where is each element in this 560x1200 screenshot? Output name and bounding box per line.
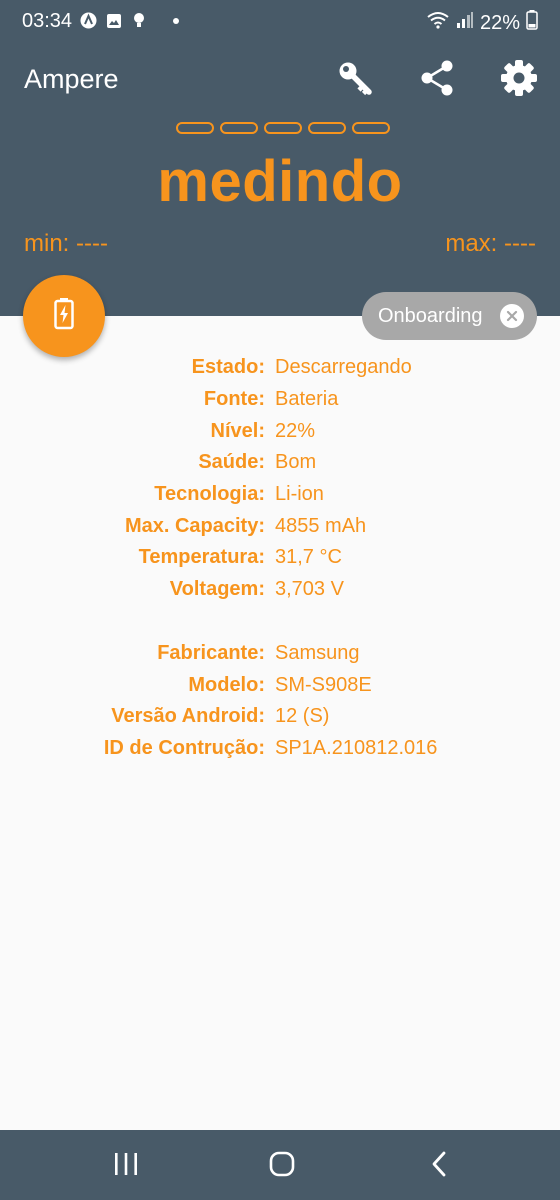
onboarding-chip-label: Onboarding bbox=[378, 304, 483, 327]
dot-icon bbox=[167, 12, 184, 29]
info-value: Li-ion bbox=[275, 483, 324, 506]
info-value: 12 (S) bbox=[275, 705, 330, 728]
info-label: Max. Capacity: bbox=[124, 514, 265, 537]
info-row-estado: Estado: Descarregando bbox=[0, 352, 560, 384]
progress-dash bbox=[264, 122, 302, 134]
recent-apps-button[interactable] bbox=[106, 1146, 146, 1186]
info-row-tecnologia: Tecnologia: Li-ion bbox=[0, 479, 560, 511]
close-icon[interactable] bbox=[500, 304, 524, 328]
battery-percent: 22% bbox=[479, 11, 520, 34]
info-value: Bateria bbox=[275, 388, 339, 411]
info-label: Voltagem: bbox=[169, 578, 265, 601]
settings-button[interactable] bbox=[497, 58, 541, 102]
info-label: Modelo: bbox=[188, 673, 265, 696]
key-button[interactable] bbox=[333, 58, 377, 102]
share-button[interactable] bbox=[415, 58, 459, 102]
info-label: Fabricante: bbox=[157, 641, 265, 664]
status-bar: 03:34 22% bbox=[0, 0, 560, 42]
info-row-nivel: Nível: 22% bbox=[0, 415, 560, 447]
info-label: Saúde: bbox=[198, 451, 265, 474]
navigation-bar bbox=[0, 1130, 560, 1200]
key-icon bbox=[336, 59, 374, 102]
info-row-fabricante: Fabricante: Samsung bbox=[0, 638, 560, 670]
info-row-fonte: Fonte: Bateria bbox=[0, 384, 560, 416]
info-row-temperatura: Temperatura: 31,7 °C bbox=[0, 542, 560, 574]
info-label: ID de Contrução: bbox=[103, 736, 265, 759]
info-value: Descarregando bbox=[275, 356, 412, 379]
info-row-versao-android: Versão Android: 12 (S) bbox=[0, 701, 560, 733]
info-value: 3,703 V bbox=[275, 578, 344, 601]
info-label: Nível: bbox=[210, 419, 265, 442]
battery-charging-icon bbox=[54, 297, 74, 335]
home-button[interactable] bbox=[262, 1146, 302, 1186]
info-row-modelo: Modelo: SM-S908E bbox=[0, 669, 560, 701]
info-value: SM-S908E bbox=[275, 673, 372, 696]
info-label: Temperatura: bbox=[138, 546, 265, 569]
measure-status: medindo bbox=[157, 149, 403, 214]
info-row-voltagem: Voltagem: 3,703 V bbox=[0, 574, 560, 606]
progress-dash bbox=[176, 122, 214, 134]
info-label: Fonte: bbox=[203, 388, 265, 411]
info-value: Samsung bbox=[275, 641, 360, 664]
battery-fab[interactable] bbox=[23, 275, 105, 357]
app-title: Ampere bbox=[24, 64, 119, 94]
info-value: Bom bbox=[275, 451, 317, 474]
info-row-saude: Saúde: Bom bbox=[0, 447, 560, 479]
back-icon bbox=[429, 1150, 451, 1183]
info-label: Versão Android: bbox=[111, 705, 265, 728]
status-time: 03:34 bbox=[22, 10, 73, 32]
wifi-icon bbox=[426, 11, 450, 35]
accessibility-icon bbox=[80, 12, 97, 29]
home-icon bbox=[268, 1150, 296, 1183]
progress-dash bbox=[352, 122, 390, 134]
info-label: Estado: bbox=[191, 356, 265, 379]
onboarding-chip[interactable]: Onboarding bbox=[362, 292, 537, 340]
info-value: SP1A.210812.016 bbox=[275, 736, 438, 759]
info-value: 22% bbox=[275, 419, 316, 442]
gear-icon bbox=[500, 59, 538, 102]
info-row-max-capacity: Max. Capacity: 4855 mAh bbox=[0, 510, 560, 542]
progress-dash bbox=[308, 122, 346, 134]
gallery-icon bbox=[105, 12, 122, 29]
notification-icons bbox=[80, 12, 184, 29]
recents-icon bbox=[112, 1151, 140, 1182]
info-row-build-id: ID de Contrução: SP1A.210812.016 bbox=[0, 733, 560, 765]
share-icon bbox=[419, 59, 455, 102]
max-reading: max: ---- bbox=[445, 230, 536, 257]
info-list: Estado: Descarregando Fonte: Bateria Nível… bbox=[0, 352, 560, 764]
measure-progress-dashes bbox=[176, 122, 390, 134]
bulb-icon bbox=[130, 12, 147, 29]
info-label: Tecnologia: bbox=[154, 483, 265, 506]
info-value: 4855 mAh bbox=[275, 514, 367, 537]
back-button[interactable] bbox=[420, 1146, 460, 1186]
signal-icon bbox=[456, 11, 474, 35]
progress-dash bbox=[220, 122, 258, 134]
info-value: 31,7 °C bbox=[275, 546, 342, 569]
app-header: Ampere medindo min: ---- max: ---- bbox=[0, 42, 560, 316]
battery-icon bbox=[526, 10, 538, 36]
min-reading: min: ---- bbox=[24, 230, 108, 257]
